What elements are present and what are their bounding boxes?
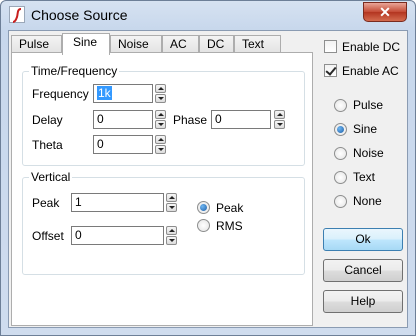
close-icon: ✕ (379, 4, 391, 20)
source-label-none: None (353, 194, 382, 208)
offset-input[interactable]: 0 (71, 226, 164, 245)
spin-down-icon[interactable] (166, 203, 177, 212)
delay-label: Delay (32, 113, 63, 127)
rms-radio[interactable] (197, 219, 210, 232)
sine-tab-panel: Time/Frequency Frequency 1k Delay 0 Phas… (11, 52, 313, 326)
source-radio-sine[interactable] (334, 123, 347, 136)
frequency-value: 1k (97, 86, 112, 100)
peak-label: Peak (32, 196, 60, 210)
spin-down-icon[interactable] (155, 120, 166, 129)
source-radio-text[interactable] (334, 171, 347, 184)
delay-input[interactable]: 0 (93, 110, 153, 129)
phase-input[interactable]: 0 (211, 110, 271, 129)
enable-ac-label: Enable AC (342, 64, 399, 78)
spin-up-icon[interactable] (155, 135, 166, 144)
delay-spinner[interactable] (155, 110, 166, 129)
phase-spinner[interactable] (274, 110, 285, 129)
ltspice-app-icon (9, 6, 25, 23)
dialog-client: Pulse Sine Noise AC DC Text Time/Frequen… (8, 30, 408, 328)
theta-label: Theta (32, 138, 63, 152)
frequency-label: Frequency (32, 87, 89, 101)
enable-ac-checkbox[interactable] (324, 64, 337, 77)
source-label-pulse: Pulse (353, 98, 384, 112)
phase-label: Phase (173, 113, 208, 127)
peak-radio-label: Peak (216, 201, 244, 215)
offset-spinner[interactable] (166, 226, 177, 245)
window-title: Choose Source (31, 7, 128, 23)
dialog-window: Choose Source ✕ Pulse Sine Noise AC DC T… (0, 0, 416, 336)
rms-radio-label: RMS (216, 219, 243, 233)
enable-dc-checkbox[interactable] (324, 40, 337, 53)
source-label-noise: Noise (353, 146, 384, 160)
time-frequency-group: Time/Frequency Frequency 1k Delay 0 Phas… (22, 64, 305, 166)
peak-spinner[interactable] (166, 193, 177, 212)
theta-input[interactable]: 0 (93, 135, 153, 154)
theta-spinner[interactable] (155, 135, 166, 154)
spin-down-icon[interactable] (155, 145, 166, 154)
spin-up-icon[interactable] (166, 193, 177, 202)
source-radio-none[interactable] (334, 195, 347, 208)
offset-label: Offset (32, 229, 64, 243)
frequency-input[interactable]: 1k (93, 84, 153, 103)
source-label-sine: Sine (353, 122, 378, 136)
spin-down-icon[interactable] (166, 236, 177, 245)
help-button[interactable]: Help (323, 290, 403, 313)
time-frequency-title: Time/Frequency (29, 64, 120, 78)
vertical-group: Vertical Peak 1 Offset 0 Peak RMS (22, 170, 305, 275)
enable-dc-label: Enable DC (342, 40, 401, 54)
peak-radio[interactable] (197, 201, 210, 214)
source-radio-noise[interactable] (334, 147, 347, 160)
spin-up-icon[interactable] (155, 84, 166, 93)
tab-sine[interactable]: Sine (62, 33, 110, 55)
spin-down-icon[interactable] (155, 94, 166, 103)
vertical-title: Vertical (29, 170, 73, 184)
frequency-spinner[interactable] (155, 84, 166, 103)
peak-input[interactable]: 1 (71, 193, 164, 212)
ok-button[interactable]: Ok (323, 228, 403, 251)
close-button[interactable]: ✕ (363, 2, 407, 22)
spin-down-icon[interactable] (274, 120, 285, 129)
spin-up-icon[interactable] (274, 110, 285, 119)
source-radio-pulse[interactable] (334, 99, 347, 112)
spin-up-icon[interactable] (155, 110, 166, 119)
spin-up-icon[interactable] (166, 226, 177, 235)
title-bar[interactable]: Choose Source ✕ (1, 1, 415, 29)
source-label-text: Text (353, 170, 376, 184)
cancel-button[interactable]: Cancel (323, 259, 403, 282)
